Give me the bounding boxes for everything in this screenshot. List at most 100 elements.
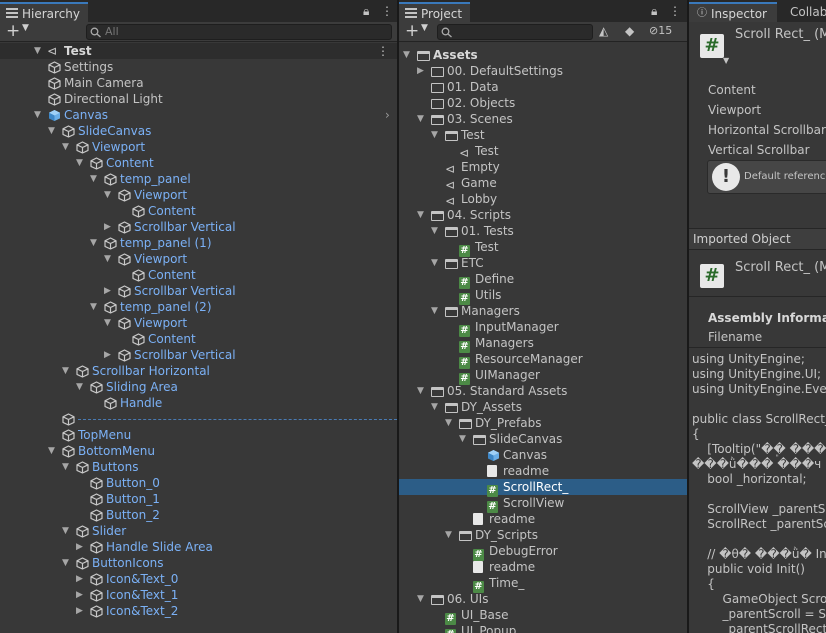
collapse-arrow-icon[interactable]: ▼: [62, 459, 72, 475]
hierarchy-row[interactable]: Settings: [0, 59, 397, 75]
project-row[interactable]: ▼ 04. Scripts: [399, 207, 687, 223]
project-row[interactable]: ▼ Assets: [399, 47, 687, 63]
hierarchy-row[interactable]: Button_0: [0, 475, 397, 491]
expand-arrow-icon[interactable]: ▶: [76, 539, 86, 555]
project-row[interactable]: # ScrollView: [399, 495, 687, 513]
collapse-arrow-icon[interactable]: ▼: [104, 187, 114, 203]
collapse-arrow-icon[interactable]: ▼: [431, 255, 441, 271]
hierarchy-row[interactable]: ▼ Slider: [0, 523, 397, 539]
hierarchy-row[interactable]: ▼ SlideCanvas: [0, 123, 397, 139]
project-row[interactable]: readme: [399, 463, 687, 479]
project-row[interactable]: ⊲ Game: [399, 175, 687, 191]
project-row[interactable]: # Time_: [399, 575, 687, 593]
project-row[interactable]: # UIManager: [399, 367, 687, 385]
expand-arrow-icon[interactable]: ▶: [417, 63, 427, 79]
collapse-arrow-icon[interactable]: ▼: [104, 251, 114, 267]
hierarchy-row[interactable]: ▼ Viewport: [0, 139, 397, 155]
collapse-arrow-icon[interactable]: ▼: [431, 223, 441, 239]
expand-arrow-icon[interactable]: ▶: [104, 219, 114, 235]
project-row[interactable]: # ResourceManager: [399, 351, 687, 369]
hierarchy-row[interactable]: TopMenu: [0, 427, 397, 443]
collapse-arrow-icon[interactable]: ▼: [48, 443, 58, 459]
tab-hierarchy[interactable]: Hierarchy: [0, 2, 89, 22]
project-row[interactable]: ▼ Managers: [399, 303, 687, 319]
hierarchy-row[interactable]: ▶ Scrollbar Vertical: [0, 347, 397, 363]
project-row[interactable]: 02. Objects: [399, 95, 687, 111]
hierarchy-row[interactable]: ▼ Viewport: [0, 251, 397, 267]
filter-by-label-icon[interactable]: ◆: [625, 24, 634, 38]
scene-menu-icon[interactable]: ⋮: [377, 43, 389, 59]
collapse-arrow-icon[interactable]: ▼: [62, 555, 72, 571]
chevron-right-icon[interactable]: ›: [385, 108, 390, 122]
project-row-selected[interactable]: # ScrollRect_: [399, 479, 687, 497]
collapse-arrow-icon[interactable]: ▼: [417, 383, 427, 399]
expand-arrow-icon[interactable]: ▶: [76, 603, 86, 619]
collapse-arrow-icon[interactable]: ▼: [431, 303, 441, 319]
hierarchy-row[interactable]: ▼ Sliding Area: [0, 379, 397, 395]
expand-arrow-icon[interactable]: ▶: [104, 283, 114, 299]
hierarchy-row[interactable]: ▼ Scrollbar Horizontal: [0, 363, 397, 379]
kebab-menu-icon[interactable]: ⋮: [381, 4, 393, 18]
project-row[interactable]: ▼ DY_Scripts: [399, 527, 687, 543]
project-row[interactable]: ▼ 01. Tests: [399, 223, 687, 239]
hierarchy-row[interactable]: ▼ Content: [0, 155, 397, 171]
project-row[interactable]: # DebugError: [399, 543, 687, 561]
hierarchy-row[interactable]: ▼ temp_panel: [0, 171, 397, 187]
project-row[interactable]: Canvas: [399, 447, 687, 463]
project-row[interactable]: readme: [399, 511, 687, 527]
hierarchy-row[interactable]: [0, 411, 397, 427]
project-row[interactable]: ▼ DY_Prefabs: [399, 415, 687, 431]
hierarchy-row[interactable]: ▼ temp_panel (1): [0, 235, 397, 251]
project-row[interactable]: ▼ 06. UIs: [399, 591, 687, 607]
collapse-arrow-icon[interactable]: ▼: [104, 315, 114, 331]
collapse-arrow-icon[interactable]: ▼: [431, 127, 441, 143]
hierarchy-row[interactable]: ▼ temp_panel (2): [0, 299, 397, 315]
filter-by-type-icon[interactable]: ◭: [599, 24, 608, 38]
project-row[interactable]: ⊲ Empty: [399, 159, 687, 175]
collapse-arrow-icon[interactable]: ▼: [417, 207, 427, 223]
hierarchy-row[interactable]: Content: [0, 203, 397, 219]
project-search-input[interactable]: [437, 24, 593, 40]
collapse-arrow-icon[interactable]: ▼: [76, 155, 86, 171]
kebab-menu-icon[interactable]: ⋮: [669, 4, 681, 18]
tab-project[interactable]: Project: [399, 2, 471, 22]
collapse-arrow-icon[interactable]: ▼: [403, 47, 413, 63]
collapse-arrow-icon[interactable]: ▼: [76, 379, 86, 395]
hierarchy-row[interactable]: ▼ Canvas: [0, 107, 397, 123]
hierarchy-row[interactable]: Content: [0, 267, 397, 283]
tab-inspector[interactable]: ⓘ Inspector: [689, 2, 777, 22]
collapse-arrow-icon[interactable]: ▼: [417, 591, 427, 607]
collapse-arrow-icon[interactable]: ▼: [459, 431, 469, 447]
hierarchy-row[interactable]: ▶ Scrollbar Vertical: [0, 219, 397, 235]
assembly-info-header[interactable]: Assembly Informatio: [708, 310, 826, 326]
create-dropdown-icon[interactable]: ▼: [22, 23, 29, 33]
lock-icon[interactable]: 🔒︎: [363, 4, 369, 19]
expand-arrow-icon[interactable]: ▶: [76, 587, 86, 603]
hierarchy-row[interactable]: Content: [0, 331, 397, 347]
project-row[interactable]: # Utils: [399, 287, 687, 305]
project-row[interactable]: ⊲ Test: [399, 143, 687, 159]
hierarchy-search-input[interactable]: All: [86, 24, 392, 40]
hierarchy-row[interactable]: ▶ Handle Slide Area: [0, 539, 397, 555]
hierarchy-row[interactable]: ▶ Icon&Text_0: [0, 571, 397, 587]
project-row[interactable]: ▼ 03. Scenes: [399, 111, 687, 127]
project-row[interactable]: ▶ 00. DefaultSettings: [399, 63, 687, 79]
project-row[interactable]: ▼ 05. Standard Assets: [399, 383, 687, 399]
project-row[interactable]: # UI_Base: [399, 607, 687, 625]
project-row[interactable]: ⊲ Lobby: [399, 191, 687, 207]
scene-row[interactable]: ▼ ⊲ Test ⋮: [0, 43, 397, 59]
hierarchy-row[interactable]: ▶ Scrollbar Vertical: [0, 283, 397, 299]
project-row[interactable]: ▼ ETC: [399, 255, 687, 271]
hierarchy-row[interactable]: ▶ Icon&Text_2: [0, 603, 397, 619]
lock-icon[interactable]: 🔒︎: [651, 4, 657, 19]
create-plus-icon[interactable]: +: [6, 21, 20, 41]
project-row[interactable]: ▼ SlideCanvas: [399, 431, 687, 447]
expand-arrow-icon[interactable]: ▶: [104, 347, 114, 363]
collapse-arrow-icon[interactable]: ▼: [431, 399, 441, 415]
collapse-arrow-icon[interactable]: ▼: [445, 527, 455, 543]
project-row[interactable]: # InputManager: [399, 319, 687, 337]
hierarchy-row[interactable]: Directional Light: [0, 91, 397, 107]
project-row[interactable]: # Define: [399, 271, 687, 289]
collapse-arrow-icon[interactable]: ▼: [62, 523, 72, 539]
project-row[interactable]: ▼ DY_Assets: [399, 399, 687, 415]
